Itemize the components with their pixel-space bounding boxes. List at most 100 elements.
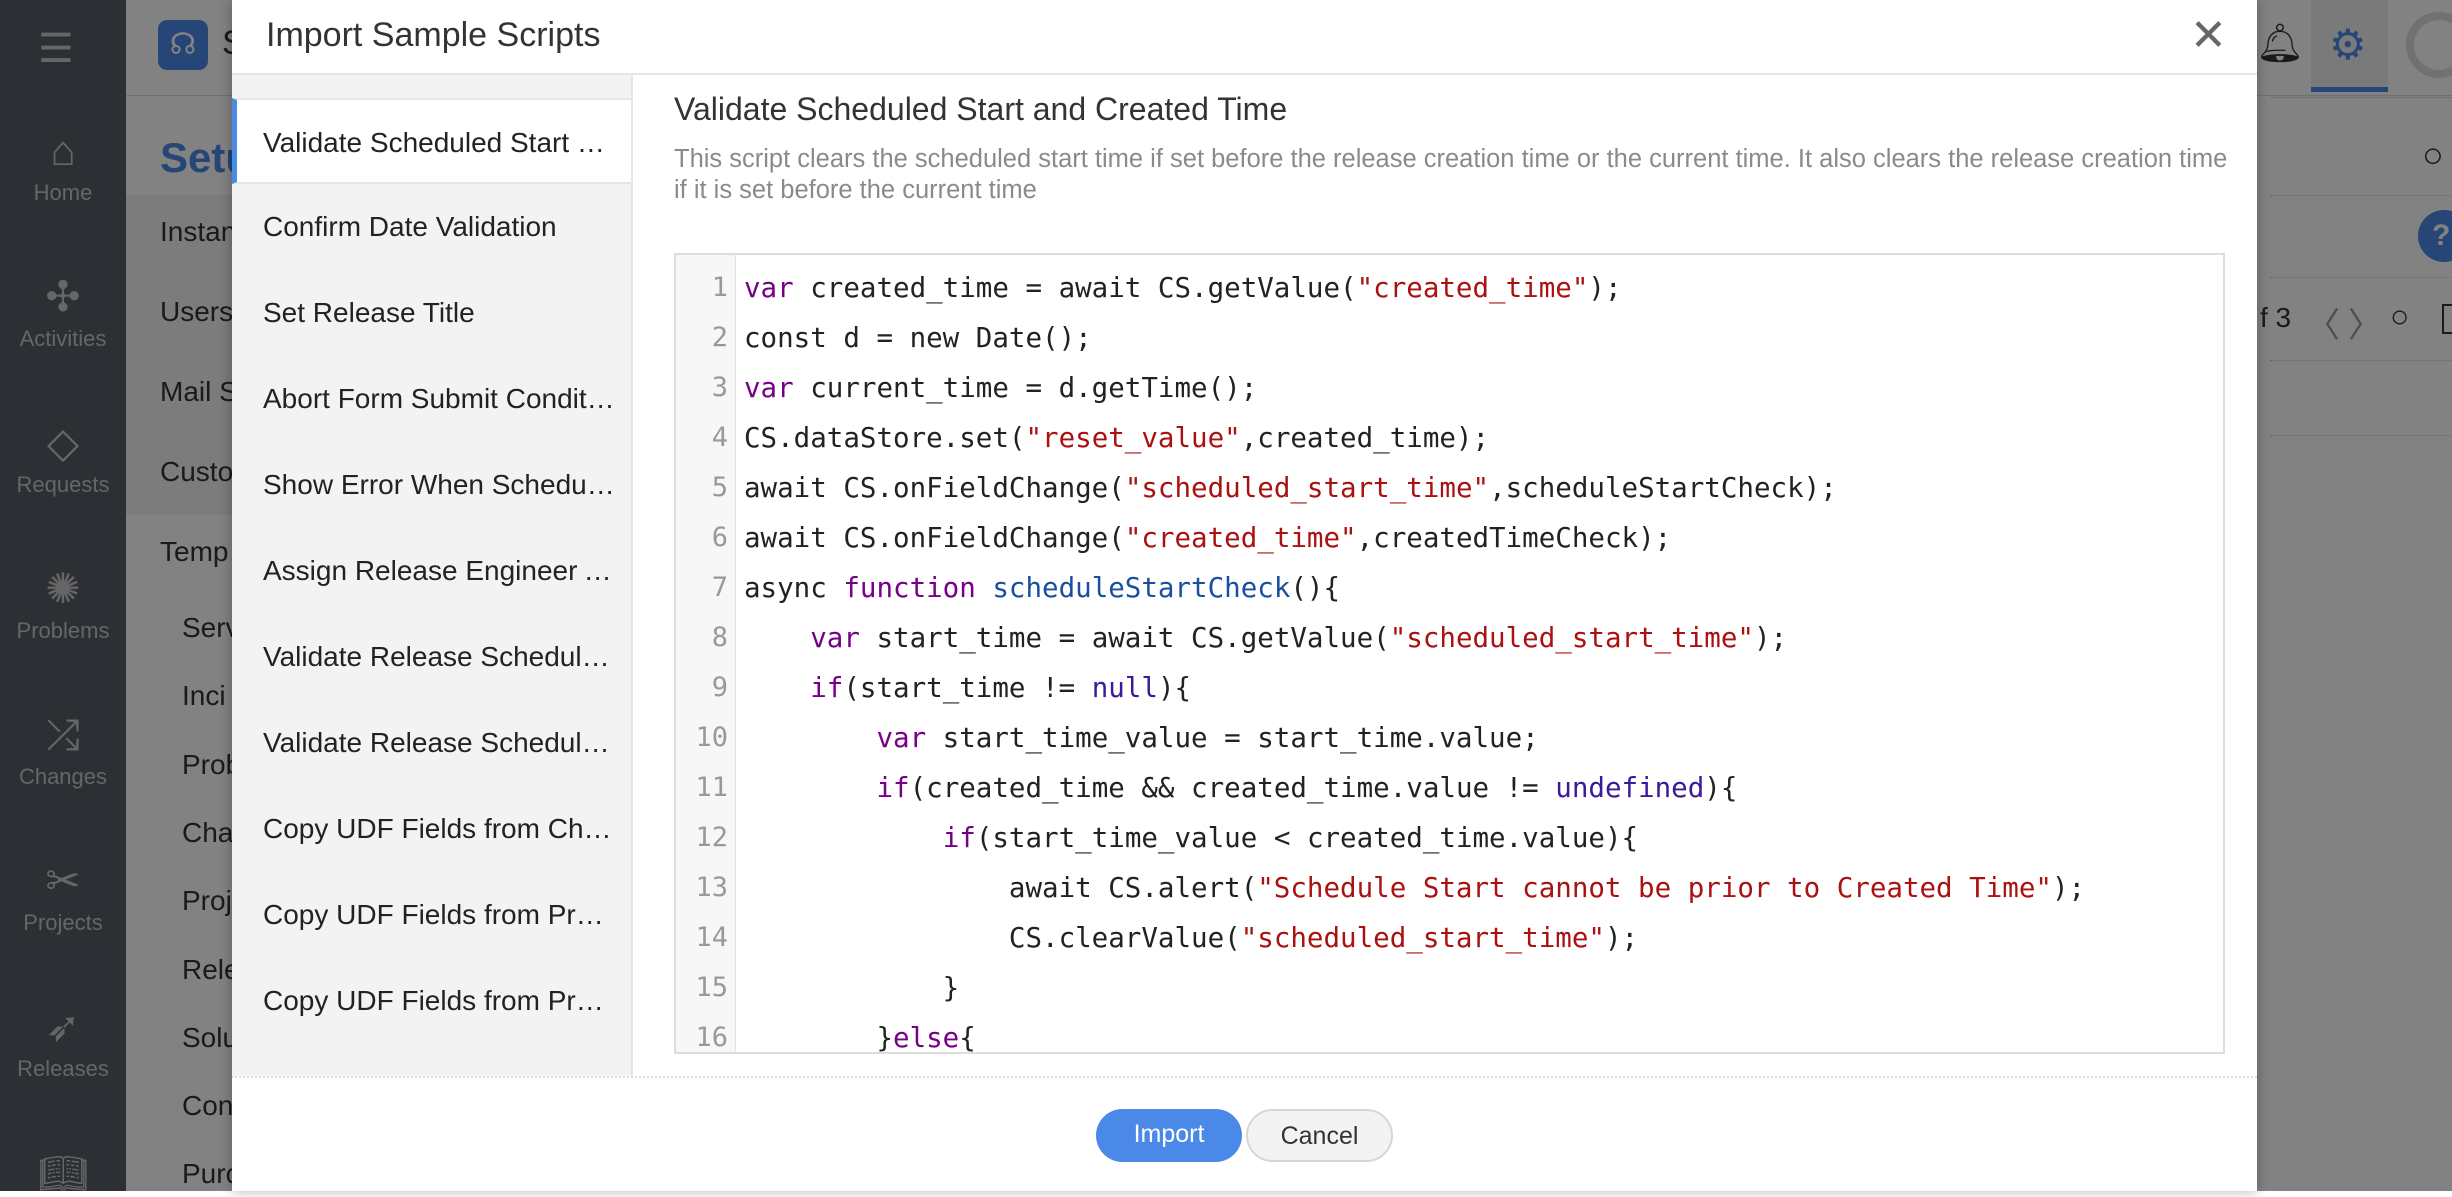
code-token: start_time_value = start_time.value; <box>926 722 1539 754</box>
code-line: await CS.onFieldChange("created_time",cr… <box>744 513 1671 563</box>
script-list-item[interactable]: Confirm Date Validation <box>232 184 631 270</box>
import-button[interactable]: Import <box>1096 1109 1242 1162</box>
code-token: "created_time" <box>1124 522 1357 554</box>
script-list-item[interactable]: Copy UDF Fields from Problem <box>232 958 631 1044</box>
script-list: Validate Scheduled Start and Created Tim… <box>232 75 633 1076</box>
code-token: const d = new Date(); <box>744 322 1092 354</box>
code-token: ); <box>2051 872 2086 904</box>
line-number: 10 <box>695 722 728 753</box>
script-list-item[interactable]: Copy UDF Fields from Project <box>232 872 631 958</box>
code-line: if(start_time_value < created_time.value… <box>744 813 1638 863</box>
code-line: CS.dataStore.set("reset_value",created_t… <box>744 413 1489 463</box>
code-token: ,createdTimeCheck); <box>1356 522 1672 554</box>
code-token: (start_time_value < created_time.value){ <box>975 822 1639 854</box>
code-token: created_time = await CS.getValue( <box>793 272 1357 304</box>
script-description: This script clears the scheduled start t… <box>674 145 2228 204</box>
line-number-gutter: 1 2 3 4 5 6 7 8 9 10 11 12 13 14 15 16 <box>676 255 736 1052</box>
code-line: if(created_time && created_time.value !=… <box>744 763 1737 813</box>
code-editor[interactable]: 1 2 3 4 5 6 7 8 9 10 11 12 13 14 15 16 var created_time… <box>674 253 2225 1054</box>
code-token: var <box>744 272 794 304</box>
code-token: ){ <box>1704 772 1738 804</box>
code-token: { <box>959 1022 976 1054</box>
code-token: var <box>810 622 860 654</box>
line-number: 12 <box>695 822 728 853</box>
code-token: CS.clearValue( <box>744 922 1241 954</box>
line-number: 11 <box>695 772 728 803</box>
code-token: ,scheduleStartCheck); <box>1489 472 1837 504</box>
line-number: 1 <box>711 272 728 303</box>
script-list-item[interactable]: Abort Form Submit Conditionally <box>232 356 631 442</box>
code-token: "scheduled_start_time" <box>1240 922 1605 954</box>
code-token: ){ <box>1157 672 1192 704</box>
code-token: } <box>744 1022 894 1054</box>
code-token: (){ <box>1290 572 1341 604</box>
code-token: current_time = d.getTime(); <box>793 372 1258 404</box>
code-token: } <box>744 972 960 1004</box>
dialog-footer-divider <box>232 1076 2257 1078</box>
code-line: CS.clearValue("scheduled_start_time"); <box>744 913 1638 963</box>
code-token: if <box>942 822 976 854</box>
code-token: start_time = await CS.getValue( <box>859 622 1390 654</box>
code-token: "reset_value" <box>1025 422 1241 454</box>
import-sample-scripts-dialog: Import Sample Scripts ✕ Validate Schedul… <box>232 0 2257 1191</box>
code-line: const d = new Date(); <box>744 313 1092 363</box>
line-number: 2 <box>711 322 728 353</box>
script-list-item[interactable]: Validate Release Scheduled Start <box>232 614 631 700</box>
code-token: (created_time && created_time.value != <box>909 772 1556 804</box>
script-list-item[interactable]: Validate Scheduled Start and Created Tim… <box>232 98 631 184</box>
code-line: var current_time = d.getTime(); <box>744 363 1257 413</box>
line-number: 13 <box>695 872 728 903</box>
code-token: ); <box>1588 272 1622 304</box>
code-token: "Schedule Start cannot be prior to Creat… <box>1257 872 2052 904</box>
code-token: function <box>843 572 976 604</box>
code-token: if <box>810 672 844 704</box>
code-token: ); <box>1604 922 1639 954</box>
code-token: var <box>744 372 794 404</box>
script-list-item[interactable]: Set Release Title <box>232 270 631 356</box>
code-token: else <box>893 1022 960 1054</box>
line-number: 9 <box>711 672 728 703</box>
line-number: 6 <box>711 522 728 553</box>
code-token: (start_time != <box>843 672 1092 704</box>
code-token: ); <box>1753 622 1788 654</box>
code-token: async <box>744 572 844 604</box>
code-token: ,created_time); <box>1240 422 1490 454</box>
line-number: 3 <box>711 372 728 403</box>
script-list-item[interactable]: Assign Release Engineer Automatically <box>232 528 631 614</box>
code-line: await CS.onFieldChange("scheduled_start_… <box>744 463 1837 513</box>
line-number: 7 <box>711 572 728 603</box>
close-icon[interactable]: ✕ <box>2190 14 2227 58</box>
line-number: 8 <box>711 622 728 653</box>
line-number: 15 <box>695 972 728 1003</box>
script-list-item[interactable]: Show Error When Scheduled Dates Invalid <box>232 442 631 528</box>
code-token: "created_time" <box>1356 272 1589 304</box>
code-token: var <box>876 722 927 754</box>
code-token: "scheduled_start_time" <box>1124 472 1490 504</box>
code-token: if <box>876 772 910 804</box>
code-line: async function scheduleStartCheck(){ <box>744 563 1340 613</box>
line-number: 4 <box>711 422 728 453</box>
script-list-item[interactable]: Validate Release Scheduled End <box>232 700 631 786</box>
code-token: scheduleStartCheck <box>992 572 1291 604</box>
dialog-header: Import Sample Scripts ✕ <box>232 0 2257 75</box>
code-line: var created_time = await CS.getValue("cr… <box>744 263 1622 313</box>
script-list-item[interactable]: Copy UDF Fields from Change <box>232 786 631 872</box>
code-line: await CS.alert("Schedule Start cannot be… <box>744 863 2085 913</box>
cancel-button[interactable]: Cancel <box>1246 1109 1393 1162</box>
code-line: }else{ <box>744 1013 976 1054</box>
line-number: 14 <box>695 922 728 953</box>
code-token: undefined <box>1555 772 1705 804</box>
script-heading: Validate Scheduled Start and Created Tim… <box>674 91 1288 127</box>
code-token: await CS.alert( <box>744 872 1258 904</box>
dialog-title: Import Sample Scripts <box>266 16 601 54</box>
line-number: 16 <box>695 1022 728 1053</box>
code-line: var start_time_value = start_time.value; <box>744 713 1539 763</box>
code-token: await CS.onFieldChange( <box>744 472 1125 504</box>
code-token: "scheduled_start_time" <box>1389 622 1754 654</box>
